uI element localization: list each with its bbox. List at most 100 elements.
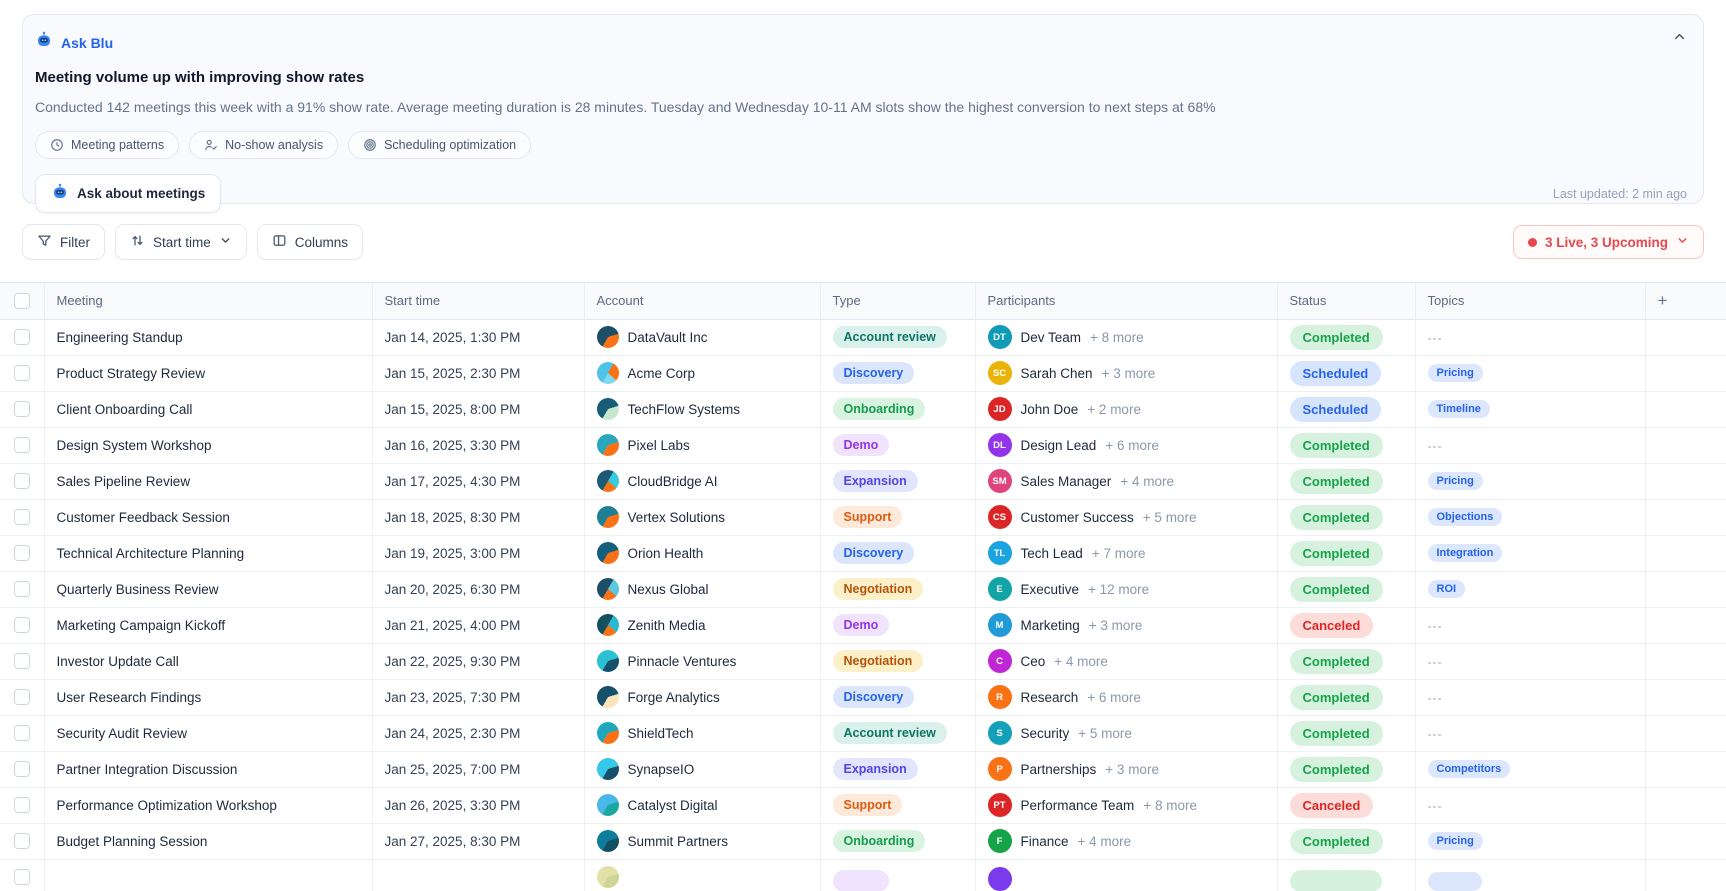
participant-name: Marketing xyxy=(1020,617,1080,633)
row-checkbox[interactable] xyxy=(13,689,30,706)
row-checkbox[interactable] xyxy=(13,401,30,418)
row-checkbox[interactable] xyxy=(13,617,30,634)
table-row[interactable]: Client Onboarding Call Jan 15, 2025, 8:00… xyxy=(0,391,1726,428)
table-row[interactable]: Product Strategy Review Jan 15, 2025, 2:3… xyxy=(0,355,1726,392)
meeting-name: User Research Findings xyxy=(56,689,202,705)
filter-button[interactable]: Filter xyxy=(22,224,105,260)
participants-more-label: + 6 more xyxy=(1105,437,1159,453)
row-checkbox[interactable] xyxy=(13,509,30,526)
account-logo-icon xyxy=(596,722,619,744)
participant-avatar: S xyxy=(987,721,1012,745)
type-badge: Discovery xyxy=(832,686,915,708)
account-name: Vertex Solutions xyxy=(627,509,726,525)
row-checkbox[interactable] xyxy=(13,365,30,382)
type-badge: Discovery xyxy=(832,362,915,384)
topic-empty: --- xyxy=(1427,690,1443,705)
status-badge: Completed xyxy=(1289,324,1383,350)
select-all-checkbox[interactable] xyxy=(13,293,30,310)
insight-title: Meeting volume up with improving show ra… xyxy=(35,69,365,86)
row-checkbox[interactable] xyxy=(13,833,30,850)
header-type[interactable]: Type xyxy=(820,283,976,320)
table-row[interactable]: Customer Feedback Session Jan 18, 2025, 8… xyxy=(0,499,1726,536)
participant-avatar: DT xyxy=(987,325,1012,349)
header-status[interactable]: Status xyxy=(1277,283,1416,320)
type-badge xyxy=(832,869,889,891)
live-dot-icon xyxy=(1527,237,1537,247)
panel-brand[interactable]: Ask Blu xyxy=(61,35,113,51)
funnel-icon xyxy=(37,233,52,251)
collapse-panel-button[interactable] xyxy=(1672,29,1687,47)
row-checkbox[interactable] xyxy=(13,761,30,778)
insight-chip[interactable]: Scheduling optimization xyxy=(348,131,532,159)
participants-more-label: + 5 more xyxy=(1142,509,1197,525)
table-row[interactable]: Partner Integration Discussion Jan 25, 20… xyxy=(0,751,1726,788)
topic-chip: Timeline xyxy=(1427,400,1490,418)
table-row[interactable]: Quarterly Business Review Jan 20, 2025, 6… xyxy=(0,571,1726,608)
status-badge: Completed xyxy=(1289,432,1383,458)
type-badge: Demo xyxy=(832,434,890,456)
add-column-button[interactable]: + xyxy=(1645,283,1726,320)
type-badge: Discovery xyxy=(832,542,915,564)
ask-blu-panel: Ask Blu Meeting volume up with improving… xyxy=(22,14,1704,213)
meeting-name: Investor Update Call xyxy=(56,653,179,669)
row-checkbox[interactable] xyxy=(13,581,30,598)
row-checkbox[interactable] xyxy=(13,869,30,886)
row-checkbox[interactable] xyxy=(13,437,30,454)
table-row[interactable]: User Research Findings Jan 23, 2025, 7:30… xyxy=(0,679,1726,716)
participants-more-label: + 8 more xyxy=(1090,329,1144,345)
row-checkbox[interactable] xyxy=(13,725,30,742)
insight-chip[interactable]: Meeting patterns xyxy=(35,131,180,159)
status-badge: Completed xyxy=(1289,684,1383,710)
ask-about-meetings-button[interactable]: Ask about meetings xyxy=(35,174,222,213)
columns-icon xyxy=(272,233,287,251)
columns-button[interactable]: Columns xyxy=(256,224,364,260)
table-row[interactable]: Budget Planning Session Jan 27, 2025, 8:3… xyxy=(0,823,1726,860)
participant-avatar: M xyxy=(987,613,1012,637)
table-row[interactable]: Design System Workshop Jan 16, 2025, 3:30… xyxy=(0,427,1726,464)
topic-chip: ROI xyxy=(1427,580,1466,598)
account-name: Nexus Global xyxy=(627,581,709,597)
row-checkbox[interactable] xyxy=(13,329,30,346)
participant-name: Executive xyxy=(1020,581,1080,597)
table-row[interactable]: Security Audit Review Jan 24, 2025, 2:30 … xyxy=(0,715,1726,752)
row-checkbox[interactable] xyxy=(13,473,30,490)
account-logo-icon xyxy=(596,362,619,384)
start-time: Jan 21, 2025, 4:00 PM xyxy=(384,617,521,633)
header-account[interactable]: Account xyxy=(584,283,821,320)
header-topics[interactable]: Topics xyxy=(1415,283,1646,320)
table-row[interactable]: Sales Pipeline Review Jan 17, 2025, 4:30 … xyxy=(0,463,1726,500)
table-row-partial[interactable] xyxy=(0,859,1726,891)
table-row[interactable]: Engineering Standup Jan 14, 2025, 1:30 PM… xyxy=(0,319,1726,356)
row-checkbox[interactable] xyxy=(13,545,30,562)
meeting-name: Client Onboarding Call xyxy=(56,401,193,417)
row-checkbox[interactable] xyxy=(13,653,30,670)
status-badge: Completed xyxy=(1289,648,1383,674)
header-meeting[interactable]: Meeting xyxy=(44,283,373,320)
participant-avatar: PT xyxy=(987,793,1012,817)
insight-description: Conducted 142 meetings this week with a … xyxy=(35,99,1216,115)
header-participants[interactable]: Participants xyxy=(975,283,1278,320)
sort-start-time-button[interactable]: Start time xyxy=(115,224,247,260)
table-row[interactable]: Technical Architecture Planning Jan 19, 2… xyxy=(0,535,1726,572)
account-logo-icon xyxy=(596,686,619,708)
table-row[interactable]: Investor Update Call Jan 22, 2025, 9:30 P… xyxy=(0,643,1726,680)
header-start-time[interactable]: Start time xyxy=(372,283,585,320)
row-checkbox[interactable] xyxy=(13,797,30,814)
account-name: Orion Health xyxy=(627,545,704,561)
status-badge: Canceled xyxy=(1289,612,1374,638)
table-row[interactable]: Marketing Campaign Kickoff Jan 21, 2025, … xyxy=(0,607,1726,644)
start-time: Jan 17, 2025, 4:30 PM xyxy=(384,473,521,489)
account-name: ShieldTech xyxy=(627,725,694,741)
clock-icon xyxy=(50,138,64,152)
meeting-name: Security Audit Review xyxy=(56,725,188,741)
participant-name: Sarah Chen xyxy=(1020,365,1093,381)
table-row[interactable]: Performance Optimization Workshop Jan 26,… xyxy=(0,787,1726,824)
participant-avatar: SM xyxy=(987,469,1012,493)
type-badge: Account review xyxy=(832,326,947,348)
participants-more-label: + 3 more xyxy=(1105,761,1159,777)
insight-chip[interactable]: No-show analysis xyxy=(189,131,339,159)
topic-chip xyxy=(1427,871,1482,891)
live-upcoming-badge[interactable]: 3 Live, 3 Upcoming xyxy=(1512,225,1704,259)
status-badge: Scheduled xyxy=(1289,396,1382,422)
meeting-name: Product Strategy Review xyxy=(56,365,206,381)
